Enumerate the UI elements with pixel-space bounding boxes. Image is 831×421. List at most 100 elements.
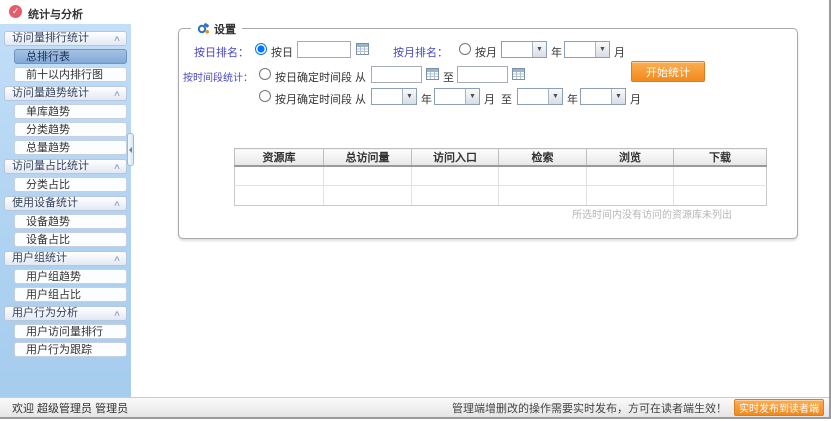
sidebar-item-device-trend[interactable]: 设备趋势 — [14, 214, 127, 229]
sidebar-group-visit-rank-stats[interactable]: 访问量排行统计 ∧ — [4, 31, 127, 46]
results-table: 资源库 总访问量 访问入口 检索 浏览 下载 — [234, 148, 767, 206]
empty-result-note: 所选时间内没有访问的资源库未列出 — [179, 206, 732, 221]
to-year-select[interactable]: ▼ — [517, 88, 563, 105]
column-header[interactable]: 检索 — [499, 149, 587, 167]
chevron-down-icon: ▼ — [548, 89, 562, 104]
sidebar-item-category-trend[interactable]: 分类趋势 — [14, 122, 127, 137]
chevron-down-icon: ▼ — [595, 42, 609, 57]
sidebar-group-user-behavior-analysis[interactable]: 用户行为分析 ∧ — [4, 306, 127, 321]
table-cell — [412, 185, 499, 205]
calendar-icon — [512, 67, 525, 80]
sidebar-group-label: 访问量排行统计 — [12, 31, 89, 46]
chevron-down-icon: ▼ — [611, 89, 625, 104]
status-bar: 欢迎 超级管理员 管理员 管理端增删改的操作需要实时发布，方可在读者端生效！ 实… — [0, 397, 829, 417]
chevron-down-icon: ▼ — [402, 89, 416, 104]
chevron-up-icon[interactable]: ∧ — [113, 306, 121, 321]
sidebar-group-device-stats[interactable]: 使用设备统计 ∧ — [4, 196, 127, 211]
monthly-year-select[interactable]: ▼ — [501, 41, 547, 58]
chevron-down-icon: ▼ — [465, 89, 479, 104]
month-unit: 月 — [630, 91, 641, 107]
calendar-icon — [426, 67, 439, 80]
to-month-select[interactable]: ▼ — [580, 88, 626, 105]
from-date-picker-button[interactable] — [425, 67, 439, 81]
from-year-select[interactable]: ▼ — [371, 88, 417, 105]
month-unit: 月 — [484, 91, 495, 107]
sidebar-item-user-behavior-tracking[interactable]: 用户行为跟踪 — [14, 342, 127, 357]
chevron-up-icon[interactable]: ∧ — [113, 159, 121, 174]
month-unit: 月 — [614, 44, 625, 60]
period-daily-radio[interactable] — [259, 68, 271, 80]
table-cell — [674, 185, 767, 205]
table-cell — [324, 185, 412, 205]
start-statistics-button[interactable]: 开始统计 — [631, 61, 705, 82]
sidebar-group-label: 使用设备统计 — [12, 196, 78, 211]
daily-rank-radio[interactable] — [255, 43, 267, 55]
sidebar-group-usergroup-stats[interactable]: 用户组统计 ∧ — [4, 251, 127, 266]
welcome-text: 欢迎 超级管理员 管理员 — [12, 400, 128, 416]
table-row — [235, 166, 767, 185]
to-date-picker-button[interactable] — [511, 67, 525, 81]
sidebar-item-total-rank-table[interactable]: 总排行表 — [14, 49, 127, 64]
table-cell — [587, 166, 674, 185]
year-unit: 年 — [567, 91, 578, 107]
sidebar-group-label: 访问量趋势统计 — [12, 86, 89, 101]
arrow-left-icon — [129, 147, 132, 153]
chevron-up-icon[interactable]: ∧ — [113, 196, 121, 211]
period-monthly-radio[interactable] — [259, 90, 271, 102]
sidebar-item-category-share[interactable]: 分类占比 — [14, 177, 127, 192]
sidebar-item-device-share[interactable]: 设备占比 — [14, 232, 127, 247]
window-bottom-border — [0, 417, 829, 419]
table-cell — [235, 166, 324, 185]
to-label: 至 — [443, 69, 454, 85]
table-row — [235, 185, 767, 205]
daily-date-picker-button[interactable] — [355, 42, 369, 56]
realtime-publish-button[interactable]: 实时发布到读者端 — [734, 399, 824, 416]
publish-notice-text: 管理端增删改的操作需要实时发布，方可在读者端生效！ — [452, 400, 727, 416]
period-to-date-input[interactable] — [457, 66, 508, 83]
chevron-up-icon[interactable]: ∧ — [113, 86, 121, 101]
sidebar-group-label: 用户行为分析 — [12, 306, 78, 321]
from-month-select[interactable]: ▼ — [434, 88, 480, 105]
sidebar-item-usergroup-trend[interactable]: 用户组趋势 — [14, 269, 127, 284]
monthly-rank-radio[interactable] — [459, 43, 471, 55]
period-from-date-input[interactable] — [371, 66, 422, 83]
sidebar-group-visit-share-stats[interactable]: 访问量占比统计 ∧ — [4, 159, 127, 174]
check-badge-icon: ✓ — [9, 5, 22, 18]
sidebar: 访问量排行统计 ∧ 总排行表 前十以内排行图 访问量趋势统计 ∧ 单库趋势 分类… — [0, 24, 131, 397]
column-header[interactable]: 浏览 — [587, 149, 674, 167]
chevron-up-icon[interactable]: ∧ — [113, 31, 121, 46]
sidebar-item-usergroup-share[interactable]: 用户组占比 — [14, 287, 127, 302]
table-cell — [674, 166, 767, 185]
column-header[interactable]: 下载 — [674, 149, 767, 167]
column-header[interactable]: 访问入口 — [412, 149, 499, 167]
monthly-month-select[interactable]: ▼ — [564, 41, 610, 58]
table-cell — [412, 166, 499, 185]
table-header-row: 资源库 总访问量 访问入口 检索 浏览 下载 — [235, 149, 767, 167]
period-stats-label: 按时间段统计： — [179, 69, 253, 84]
sidebar-group-visit-trend-stats[interactable]: 访问量趋势统计 ∧ — [4, 86, 127, 101]
sidebar-item-single-db-trend[interactable]: 单库趋势 — [14, 104, 127, 119]
app-header: ✓ 统计与分析 — [0, 0, 829, 24]
to-label: 至 — [501, 91, 512, 107]
sidebar-item-total-trend[interactable]: 总量趋势 — [14, 140, 127, 155]
settings-legend: 设置 — [191, 21, 242, 36]
year-unit: 年 — [421, 91, 432, 107]
monthly-radio-label: 按月 — [475, 44, 497, 60]
daily-date-input[interactable] — [297, 41, 351, 58]
sidebar-item-top10-rank-chart[interactable]: 前十以内排行图 — [14, 67, 127, 82]
sidebar-collapse-handle[interactable] — [127, 133, 134, 166]
column-header[interactable]: 资源库 — [235, 149, 324, 167]
column-header[interactable]: 总访问量 — [324, 149, 412, 167]
table-cell — [324, 166, 412, 185]
year-unit: 年 — [551, 44, 562, 60]
settings-icon — [197, 22, 210, 35]
chevron-up-icon[interactable]: ∧ — [113, 251, 121, 266]
settings-panel: 设置 按日排名： 按日 按月排名： 按月 ▼ 年 ▼ 月 按时间段统计： 按日确… — [178, 28, 798, 239]
table-cell — [235, 185, 324, 205]
page-title: 统计与分析 — [28, 6, 83, 22]
table-cell — [499, 166, 587, 185]
monthly-rank-label: 按月排名： — [393, 44, 448, 60]
daily-radio-label: 按日 — [271, 44, 293, 60]
app-window: ✓ 统计与分析 访问量排行统计 ∧ 总排行表 前十以内排行图 访问量趋势统计 ∧… — [0, 0, 831, 421]
sidebar-item-user-visit-rank[interactable]: 用户访问量排行 — [14, 324, 127, 339]
